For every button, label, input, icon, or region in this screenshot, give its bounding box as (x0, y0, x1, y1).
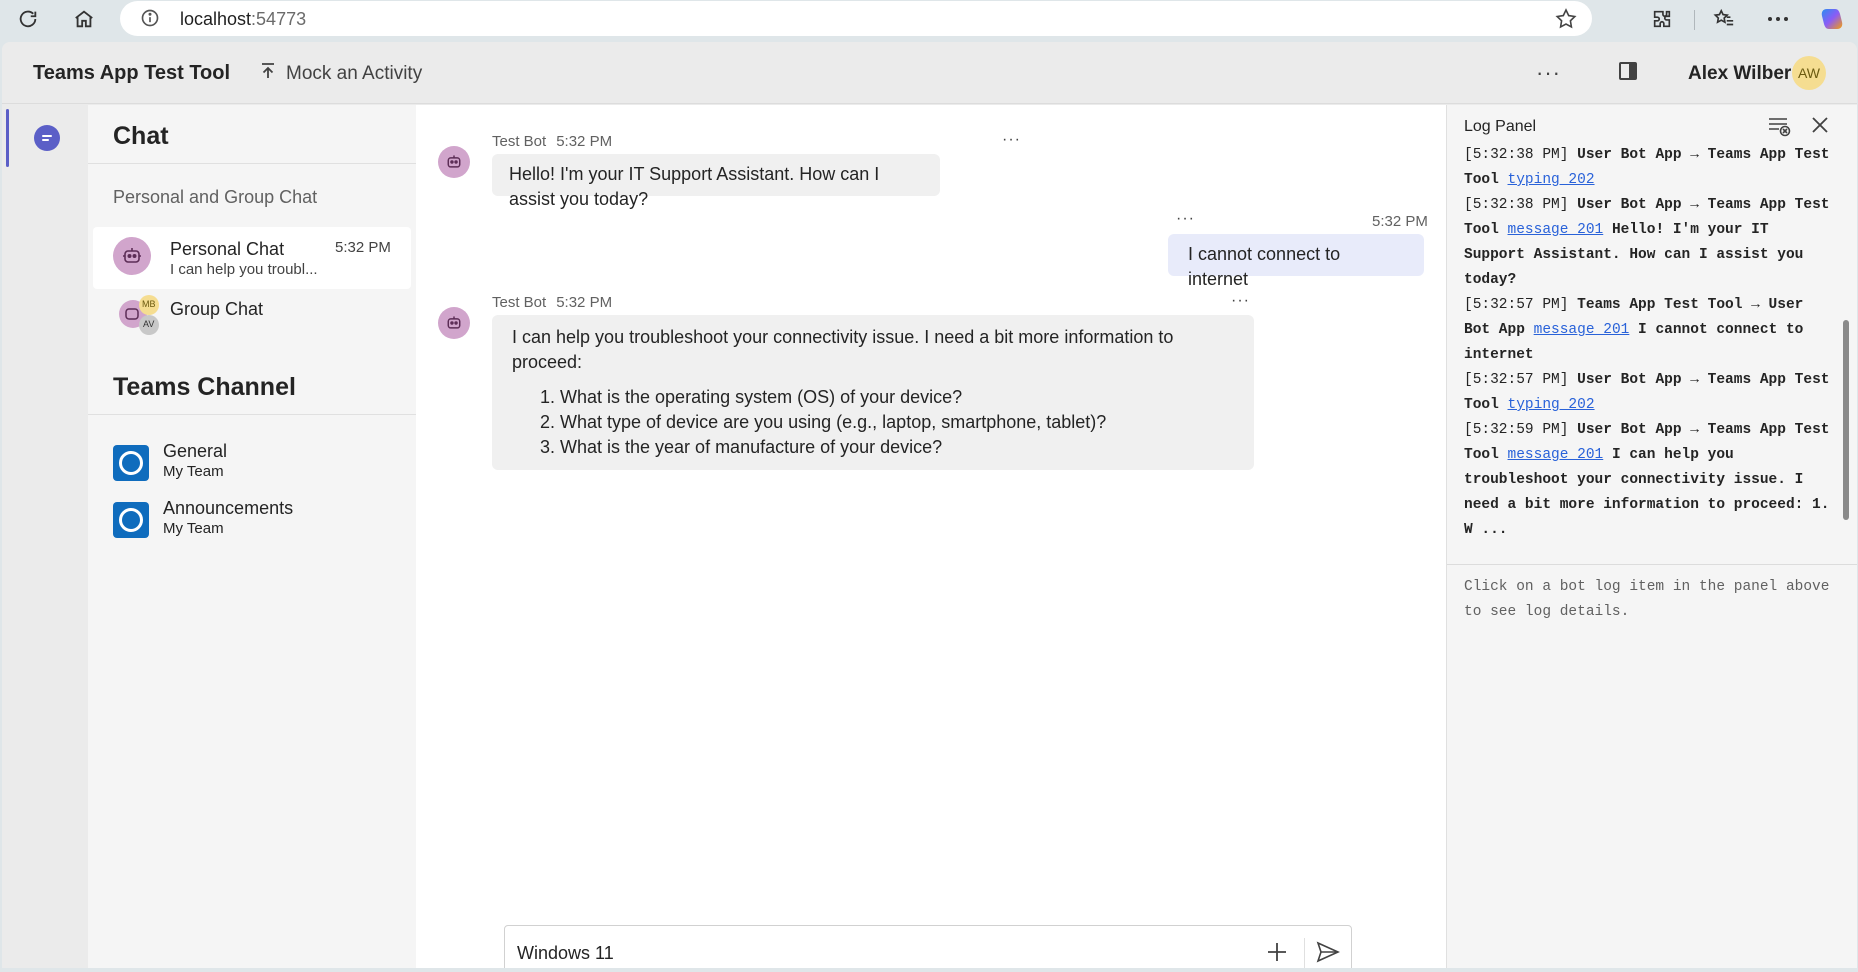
chat-item-group[interactable]: MB AV Group Chat (93, 289, 411, 351)
chat-preview: I can help you troubl... (170, 261, 318, 278)
team-name: My Team (163, 463, 224, 480)
message-time: 5:32 PM (1372, 213, 1428, 230)
chat-sidebar: Chat Personal and Group Chat Personal Ch… (88, 105, 416, 968)
log-link[interactable]: typing 202 (1508, 172, 1595, 188)
log-link[interactable]: message 201 (1508, 447, 1604, 463)
log-entry[interactable]: [5:32:57 PM] User Bot App → Teams App Te… (1464, 368, 1834, 418)
upload-arrow-icon (260, 62, 276, 86)
browser-toolbar: localhost:54773 (0, 0, 1858, 40)
teams-heading: Teams Channel (113, 373, 296, 401)
sender-name: Test Bot (492, 133, 547, 150)
list-item: What is the operating system (OS) of you… (560, 385, 1234, 410)
address-bar[interactable]: localhost:54773 (120, 1, 1592, 36)
copilot-icon[interactable] (1818, 5, 1846, 33)
log-link[interactable]: typing 202 (1508, 397, 1595, 413)
sender-name: Test Bot (492, 294, 547, 311)
message-time: 5:32 PM (556, 294, 613, 311)
log-entries: [5:32:38 PM] User Bot App → Teams App Te… (1464, 143, 1834, 543)
channel-name: General (163, 441, 228, 461)
app-header: Teams App Test Tool Mock an Activity ···… (2, 42, 1857, 104)
close-icon[interactable] (1809, 114, 1831, 141)
bot-avatar-icon (113, 237, 151, 275)
send-icon[interactable] (1315, 940, 1341, 968)
favorite-star-icon[interactable] (1554, 7, 1578, 36)
channel-general[interactable]: General My Team (113, 441, 403, 489)
message-bubble-self: I cannot connect to internet (1168, 234, 1424, 289)
channel-announcements[interactable]: Announcements My Team (113, 498, 403, 546)
toggle-log-panel-icon[interactable] (1619, 62, 1637, 80)
log-link[interactable]: message 201 (1508, 222, 1604, 238)
extensions-icon[interactable] (1648, 5, 1676, 33)
mock-activity-button[interactable]: Mock an Activity (260, 62, 422, 86)
team-icon (113, 502, 149, 538)
url-text: localhost:54773 (180, 9, 307, 29)
list-item: What is the year of manufacture of your … (560, 435, 1234, 460)
message-bubble: Hello! I'm your IT Support Assistant. Ho… (492, 154, 940, 209)
divider (88, 163, 416, 164)
log-details-hint: Click on a bot log item in the panel abo… (1464, 579, 1830, 620)
log-link[interactable]: message 201 (1534, 322, 1630, 338)
message-meta: Test Bot 5:32 PM (492, 294, 612, 311)
more-options-button[interactable]: ··· (1536, 60, 1561, 86)
bot-avatar-icon (438, 146, 470, 178)
log-entry[interactable]: [5:32:38 PM] User Bot App → Teams App Te… (1464, 143, 1834, 193)
home-icon[interactable] (70, 5, 98, 33)
user-avatar[interactable]: AW (1792, 56, 1826, 90)
chat-heading: Chat (113, 122, 169, 150)
favorites-icon[interactable] (1710, 5, 1738, 33)
toolbar-divider (1694, 10, 1695, 30)
message-composer[interactable]: Windows 11 (504, 925, 1352, 968)
composer-divider (1304, 938, 1305, 968)
message-more-button[interactable]: ··· (1231, 292, 1250, 310)
log-scrollbar[interactable] (1843, 320, 1849, 520)
message-more-button[interactable]: ··· (1176, 210, 1195, 228)
team-name: My Team (163, 520, 224, 537)
message-input[interactable]: Windows 11 (517, 943, 614, 964)
message-meta: Test Bot 5:32 PM (492, 133, 612, 150)
member-initials-1: MB (142, 299, 156, 309)
chat-icon[interactable] (34, 125, 60, 151)
add-icon[interactable] (1265, 940, 1289, 968)
log-panel: Log Panel [5:32:38 PM] User Bot App → Te… (1446, 105, 1857, 968)
log-entry[interactable]: [5:32:57 PM] Teams App Test Tool → User … (1464, 293, 1834, 368)
team-icon (113, 445, 149, 481)
refresh-icon[interactable] (14, 5, 42, 33)
mock-activity-label: Mock an Activity (286, 63, 423, 84)
member-initials-2: AV (143, 319, 155, 329)
section-label: Personal and Group Chat (113, 187, 318, 207)
chat-main: Test Bot 5:32 PM ··· Hello! I'm your IT S… (416, 105, 1446, 968)
channel-name: Announcements (163, 498, 294, 518)
browser-menu-icon[interactable] (1764, 5, 1792, 33)
message-more-button[interactable]: ··· (1002, 131, 1021, 149)
app-rail (2, 105, 88, 968)
clear-log-icon[interactable] (1767, 115, 1791, 142)
rail-active-indicator (6, 109, 9, 167)
chat-name: Personal Chat (170, 239, 285, 259)
chat-time: 5:32 PM (335, 239, 391, 256)
log-entry[interactable]: [5:32:59 PM] User Bot App → Teams App Te… (1464, 418, 1834, 543)
app-title: Teams App Test Tool (33, 62, 231, 84)
log-panel-title: Log Panel (1464, 118, 1537, 135)
divider (88, 414, 416, 415)
message-time: 5:32 PM (556, 133, 613, 150)
list-item: What type of device are you using (e.g.,… (560, 410, 1234, 435)
log-divider (1447, 564, 1857, 565)
message-bubble: I can help you troubleshoot your connect… (492, 315, 1254, 470)
question-list: What is the operating system (OS) of you… (560, 385, 1234, 460)
chat-name: Group Chat (170, 299, 264, 319)
site-info-icon[interactable] (140, 8, 160, 33)
group-avatar: MB AV (118, 292, 162, 336)
log-entry[interactable]: [5:32:38 PM] User Bot App → Teams App Te… (1464, 193, 1834, 293)
user-name: Alex Wilber (1688, 63, 1792, 84)
chat-item-personal[interactable]: Personal Chat 5:32 PM I can help you tro… (93, 227, 411, 289)
bot-avatar-icon (438, 307, 470, 339)
message-text: I can help you troubleshoot your connect… (512, 327, 1174, 372)
app-window: Teams App Test Tool Mock an Activity ···… (2, 42, 1857, 968)
